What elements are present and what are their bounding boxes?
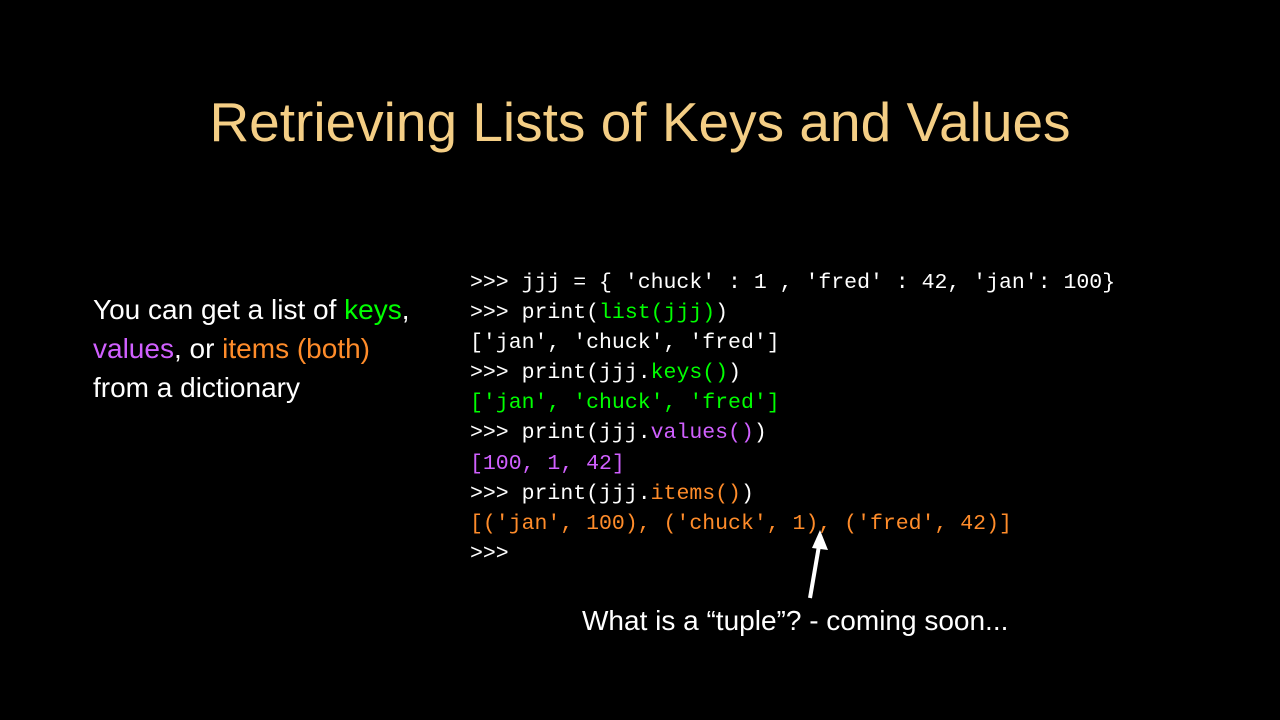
keyword-items: items (both) — [222, 333, 370, 364]
body-comma1: , — [402, 294, 410, 325]
slide: Retrieving Lists of Keys and Values You … — [0, 0, 1280, 720]
body-part1: You can get a list of — [93, 294, 344, 325]
code-line-2a: >>> print( — [470, 301, 599, 325]
body-part2: from a dictionary — [93, 372, 300, 403]
keyword-values: values — [93, 333, 174, 364]
body-comma2: , or — [174, 333, 222, 364]
code-line-6b: values() — [651, 421, 754, 445]
body-text: You can get a list of keys, values, or i… — [93, 290, 433, 408]
code-line-4b: keys() — [651, 361, 728, 385]
slide-title: Retrieving Lists of Keys and Values — [0, 90, 1280, 154]
code-line-9: [('jan', 100), ('chuck', 1), ('fred', 42… — [470, 512, 1012, 536]
code-block: >>> jjj = { 'chuck' : 1 , 'fred' : 42, '… — [470, 268, 1115, 569]
code-line-2b: list(jjj) — [599, 301, 715, 325]
footnote-text: What is a “tuple”? - coming soon... — [582, 605, 1008, 637]
arrow-icon — [800, 530, 840, 605]
keyword-keys: keys — [344, 294, 402, 325]
code-line-1: >>> jjj = { 'chuck' : 1 , 'fred' : 42, '… — [470, 271, 1115, 295]
code-line-8c: ) — [741, 482, 754, 506]
code-line-4a: >>> print(jjj. — [470, 361, 651, 385]
code-line-10: >>> — [470, 542, 522, 566]
code-line-4c: ) — [728, 361, 741, 385]
code-line-8a: >>> print(jjj. — [470, 482, 651, 506]
code-line-3: ['jan', 'chuck', 'fred'] — [470, 331, 780, 355]
code-line-6c: ) — [754, 421, 767, 445]
code-line-2c: ) — [715, 301, 728, 325]
code-line-5: ['jan', 'chuck', 'fred'] — [470, 391, 780, 415]
code-line-7: [100, 1, 42] — [470, 452, 625, 476]
code-line-6a: >>> print(jjj. — [470, 421, 651, 445]
code-line-8b: items() — [651, 482, 741, 506]
